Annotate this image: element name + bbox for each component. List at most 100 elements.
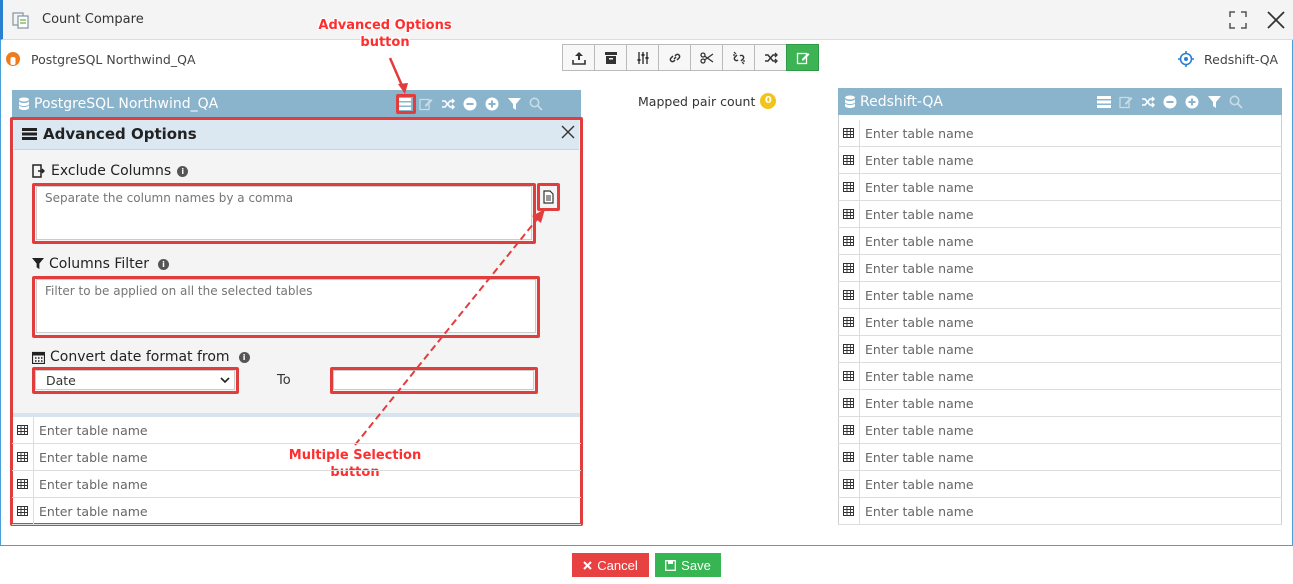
remove-button[interactable] — [1161, 93, 1179, 111]
edit-icon — [419, 98, 433, 111]
table-row — [838, 336, 1282, 363]
filter-button[interactable] — [1205, 93, 1223, 111]
remove-button[interactable] — [461, 95, 479, 113]
unlink-button[interactable] — [722, 44, 755, 71]
add-button[interactable] — [483, 95, 501, 113]
table-grid-cell[interactable] — [838, 174, 860, 200]
table-grid-cell[interactable] — [838, 336, 860, 362]
target-panel-title: Redshift-QA — [860, 94, 943, 110]
table-name-input[interactable] — [34, 471, 581, 497]
table-grid-cell[interactable] — [12, 444, 34, 470]
source-connection-label: PostgreSQL Northwind_QA — [31, 52, 196, 67]
shuffle-icon — [1142, 96, 1155, 108]
table-name-input[interactable] — [34, 444, 581, 470]
shuffle-button[interactable] — [1139, 93, 1157, 111]
table-name-input[interactable] — [860, 174, 1282, 200]
table-name-input[interactable] — [34, 417, 581, 443]
table-name-input[interactable] — [860, 255, 1282, 281]
close-icon — [583, 560, 592, 570]
add-button[interactable] — [1183, 93, 1201, 111]
table-grid-cell[interactable] — [838, 363, 860, 389]
table-name-input[interactable] — [860, 120, 1282, 146]
settings-sliders-button[interactable] — [626, 44, 659, 71]
table-grid-icon — [843, 317, 854, 327]
advanced-options-callout-line1: Advanced Options — [318, 18, 452, 33]
table-name-input[interactable] — [860, 228, 1282, 254]
cut-button[interactable] — [690, 44, 723, 71]
advanced-options-button[interactable] — [1095, 93, 1113, 111]
table-grid-icon — [843, 452, 854, 462]
table-name-input[interactable] — [860, 417, 1282, 443]
table-grid-cell[interactable] — [838, 228, 860, 254]
window-title: Count Compare — [42, 12, 144, 27]
table-grid-cell[interactable] — [838, 309, 860, 335]
table-name-input[interactable] — [860, 201, 1282, 227]
table-grid-cell[interactable] — [12, 498, 34, 524]
toolbar — [562, 44, 819, 71]
edit-button[interactable] — [417, 95, 435, 113]
table-grid-cell[interactable] — [838, 471, 860, 497]
table-grid-icon — [843, 263, 854, 273]
table-grid-icon — [843, 182, 854, 192]
archive-button[interactable] — [594, 44, 627, 71]
shuffle-icon — [442, 98, 455, 110]
edit-icon — [796, 52, 809, 64]
table-grid-cell[interactable] — [838, 498, 860, 524]
table-grid-cell[interactable] — [838, 201, 860, 227]
table-grid-cell[interactable] — [838, 390, 860, 416]
table-name-input[interactable] — [860, 471, 1282, 497]
filter-icon — [1207, 95, 1221, 108]
close-window-icon[interactable] — [1265, 9, 1287, 31]
table-name-input[interactable] — [860, 390, 1282, 416]
table-row — [838, 255, 1282, 282]
table-grid-cell[interactable] — [838, 444, 860, 470]
cancel-label: Cancel — [597, 557, 638, 573]
postgresql-icon — [6, 52, 20, 66]
title-bar — [0, 0, 1293, 40]
table-name-input[interactable] — [860, 444, 1282, 470]
mapped-pair-label: Mapped pair count — [638, 93, 756, 109]
table-name-input[interactable] — [34, 498, 581, 524]
target-connection-label: Redshift-QA — [1204, 52, 1279, 67]
table-row — [838, 444, 1282, 471]
unlink-icon — [732, 51, 745, 64]
table-grid-cell[interactable] — [838, 255, 860, 281]
table-grid-cell[interactable] — [838, 120, 860, 146]
table-name-input[interactable] — [860, 498, 1282, 524]
expand-icon[interactable] — [1228, 10, 1248, 30]
table-grid-cell[interactable] — [12, 471, 34, 497]
database-icon — [845, 95, 855, 108]
cancel-button[interactable]: Cancel — [572, 553, 649, 577]
table-grid-icon — [17, 452, 28, 462]
table-grid-cell[interactable] — [12, 417, 34, 443]
table-name-input[interactable] — [860, 336, 1282, 362]
minus-circle-icon — [463, 97, 477, 111]
filter-button[interactable] — [505, 95, 523, 113]
edit-button[interactable] — [1117, 93, 1135, 111]
search-button[interactable] — [527, 95, 545, 113]
columns-filter-highlight — [32, 276, 540, 338]
table-grid-icon — [843, 290, 854, 300]
upload-button[interactable] — [562, 44, 595, 71]
advanced-options-callout-line2: button — [360, 35, 410, 50]
table-row — [838, 390, 1282, 417]
shuffle-button[interactable] — [754, 44, 787, 71]
database-icon — [19, 97, 29, 110]
count-compare-app-icon — [12, 12, 29, 29]
archive-icon — [604, 51, 617, 64]
table-name-input[interactable] — [860, 147, 1282, 173]
table-row — [838, 471, 1282, 498]
shuffle-button[interactable] — [439, 95, 457, 113]
save-button[interactable]: Save — [655, 553, 721, 577]
table-grid-cell[interactable] — [838, 147, 860, 173]
table-grid-cell[interactable] — [838, 282, 860, 308]
search-button[interactable] — [1227, 93, 1245, 111]
table-name-input[interactable] — [860, 363, 1282, 389]
table-grid-cell[interactable] — [838, 417, 860, 443]
redshift-icon — [1178, 51, 1194, 67]
edit-mapping-button[interactable] — [786, 44, 819, 71]
table-name-input[interactable] — [860, 282, 1282, 308]
table-name-input[interactable] — [860, 309, 1282, 335]
link-button[interactable] — [658, 44, 691, 71]
advanced-options-button-highlight — [396, 94, 416, 114]
